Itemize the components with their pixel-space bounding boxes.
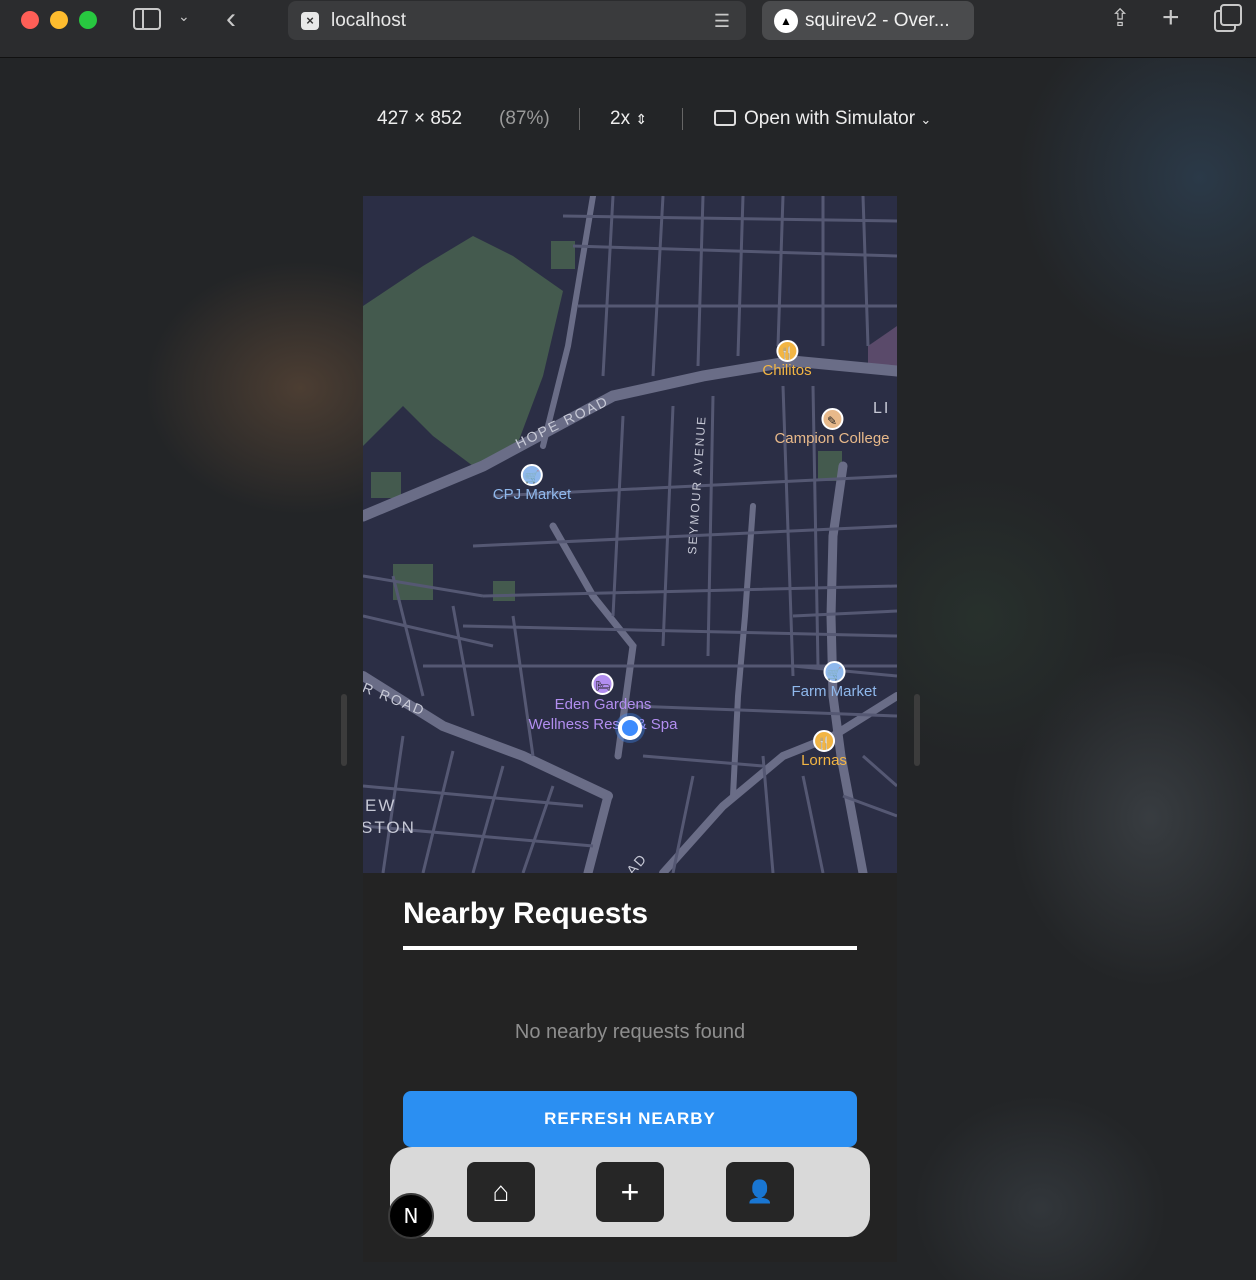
panel-title: Nearby Requests [403, 897, 649, 930]
current-location-marker [618, 716, 642, 740]
new-tab-icon[interactable]: + [1162, 1, 1180, 35]
scale-selector[interactable]: 2x ⇕ [610, 108, 647, 130]
area-label: STON [363, 818, 416, 837]
add-request-button[interactable]: + [596, 1162, 664, 1222]
close-window-button[interactable] [21, 11, 39, 29]
area-label: EW [365, 796, 397, 815]
zoom-window-button[interactable] [79, 11, 97, 29]
open-simulator-button[interactable]: Open with Simulator ⌄ [714, 108, 931, 130]
shopping-cart-icon: 🛒 [520, 464, 543, 486]
device-viewport: HOPE ROAD SEYMOUR AVENUE R ROAD EW STON … [363, 196, 897, 1262]
map-canvas [363, 196, 897, 873]
vercel-logo-icon: ▲ [774, 9, 798, 33]
restaurant-icon: 🍴 [813, 730, 835, 752]
title-underline [403, 946, 857, 950]
school-icon: ✎ [820, 408, 843, 430]
responsive-toolbar: 427 × 852 (87%) 2x ⇕ Open with Simulator… [0, 106, 1256, 134]
bottom-tab-bar: ⌂ + 👤 [390, 1147, 870, 1237]
viewport-zoom: (87%) [499, 108, 550, 129]
share-icon[interactable]: ⇪ [1110, 4, 1130, 33]
poi-label-line2: Wellness Res [528, 716, 620, 733]
chevron-down-icon: ⌄ [920, 112, 932, 127]
updown-chevron-icon: ⇕ [635, 111, 648, 127]
tab-title: squirev2 - Over... [805, 10, 950, 31]
divider [682, 108, 683, 130]
back-arrow-icon[interactable]: ‹ [226, 2, 236, 36]
url-text: localhost [331, 10, 406, 31]
profile-tab-button[interactable]: 👤 [726, 1162, 794, 1222]
hotel-bed-icon: 🛏 [592, 673, 614, 695]
poi-label: Eden Gardens [554, 696, 652, 713]
tabs-overview-icon[interactable] [1214, 4, 1242, 32]
nextjs-dev-badge[interactable]: N [388, 1193, 434, 1239]
map-view[interactable]: HOPE ROAD SEYMOUR AVENUE R ROAD EW STON … [363, 196, 897, 878]
poi-label: Lornas [801, 752, 847, 769]
poi-label: Farm Market [791, 683, 877, 700]
scale-value: 2x [610, 108, 631, 129]
minimize-window-button[interactable] [50, 11, 68, 29]
device-icon [714, 110, 736, 126]
plus-icon: + [620, 1174, 640, 1210]
poi-eden-gardens[interactable]: 🛏 Eden Gardens Wellness Res & Spa [528, 673, 678, 735]
user-icon: 👤 [746, 1179, 774, 1204]
poi-farm-market[interactable]: 🛒 Farm Market [791, 661, 877, 700]
poi-cpj-market[interactable]: 🛒 CPJ Market [493, 464, 571, 503]
viewport-dimensions: 427 × 852 [377, 108, 463, 129]
home-icon: ⌂ [492, 1176, 510, 1207]
empty-state-message: No nearby requests found [514, 1021, 746, 1043]
poi-lornas[interactable]: 🍴 Lornas [801, 730, 847, 769]
site-favicon-icon: × [301, 12, 319, 30]
shopping-cart-icon: 🛒 [822, 661, 845, 683]
resize-handle-left[interactable] [341, 694, 347, 766]
poi-chilitos[interactable]: 🍴 Chilitos [762, 340, 812, 379]
browser-titlebar: ⌄ ‹ × localhost ☰ ▲ squirev2 - Over... ⇪… [0, 0, 1256, 58]
browser-tab[interactable]: ▲ squirev2 - Over... [762, 1, 974, 40]
poi-campion-college[interactable]: ✎ Campion College [774, 408, 890, 447]
simulator-label: Open with Simulator [744, 108, 916, 129]
resize-handle-right[interactable] [914, 694, 920, 766]
chevron-down-icon[interactable]: ⌄ [178, 8, 190, 25]
sidebar-icon[interactable] [133, 8, 161, 30]
poi-label-line3: & Spa [636, 716, 678, 733]
divider [579, 108, 580, 130]
poi-label: CPJ Market [492, 486, 572, 503]
address-bar[interactable]: × localhost ☰ [288, 1, 746, 40]
home-tab-button[interactable]: ⌂ [467, 1162, 535, 1222]
refresh-nearby-button[interactable]: REFRESH NEARBY [403, 1091, 857, 1147]
poi-label: Chilitos [762, 362, 812, 379]
poi-label: Campion College [774, 430, 890, 447]
reader-icon[interactable]: ☰ [714, 11, 730, 32]
restaurant-icon: 🍴 [776, 340, 798, 362]
